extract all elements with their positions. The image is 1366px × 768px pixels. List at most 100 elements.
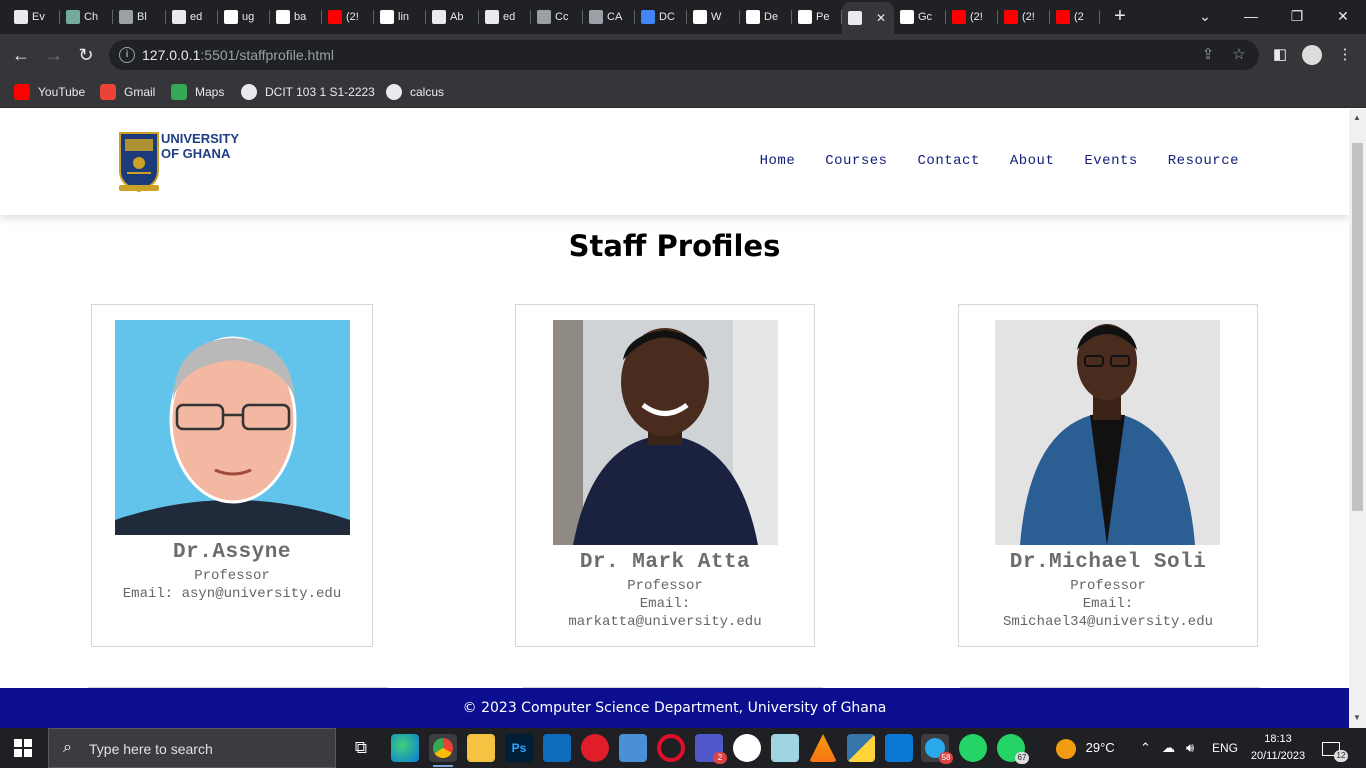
edge-icon[interactable]: [391, 734, 419, 762]
github-icon: [693, 10, 707, 24]
photoshop-icon[interactable]: Ps: [505, 734, 533, 762]
wordpad-icon[interactable]: [733, 734, 761, 762]
crest-icon: [119, 132, 159, 193]
clock-time: 18:13: [1264, 733, 1292, 745]
language-indicator[interactable]: ENG: [1212, 728, 1238, 768]
nav-contact[interactable]: Contact: [918, 153, 980, 169]
browser-tab[interactable]: ba: [270, 4, 322, 30]
close-window-button[interactable]: ✕: [1320, 0, 1366, 34]
staff-name: Dr.Assyne: [173, 541, 291, 564]
browser-tab[interactable]: De: [740, 4, 792, 30]
new-tab-button[interactable]: +: [1110, 6, 1130, 26]
browser-tab[interactable]: Ch: [60, 4, 113, 30]
notification-center-icon[interactable]: 12: [1322, 728, 1348, 768]
file-explorer-icon[interactable]: [467, 734, 495, 762]
store-icon[interactable]: [619, 734, 647, 762]
browser-tab[interactable]: (2!: [998, 4, 1050, 30]
logo-text: UNIVERSITY OF GHANA: [161, 131, 239, 161]
staff-card-mark-atta: Dr. Mark Atta Professor Email: markatta@…: [515, 304, 815, 647]
browser-tab[interactable]: lin: [374, 4, 426, 30]
task-view-icon[interactable]: ⧉: [347, 734, 375, 762]
app-red-icon[interactable]: [581, 734, 609, 762]
system-clock[interactable]: 18:13 20/11/2023: [1248, 731, 1308, 765]
onedrive-icon[interactable]: ☁: [1162, 728, 1175, 768]
browser-tab[interactable]: Gc: [894, 4, 946, 30]
page-icon: [848, 11, 862, 25]
bookmark-label: Maps: [195, 85, 225, 99]
browser-tab[interactable]: Pe: [792, 4, 842, 30]
tray-chevron-icon[interactable]: ⌃: [1140, 728, 1151, 768]
chrome-taskbar-icon[interactable]: [429, 734, 457, 767]
share-icon[interactable]: ⇪: [1199, 46, 1217, 64]
windows-start-icon[interactable]: [14, 739, 32, 757]
google-icon: [276, 10, 290, 24]
browser-tab[interactable]: (2!: [946, 4, 998, 30]
scroll-up-arrow[interactable]: ▲: [1353, 113, 1361, 122]
back-icon[interactable]: ←: [9, 43, 33, 67]
browser-tab[interactable]: ✕: [842, 2, 894, 34]
browser-tab[interactable]: W: [687, 4, 740, 30]
nav-home[interactable]: Home: [760, 153, 796, 169]
browser-tab[interactable]: DC: [635, 4, 687, 30]
browser-tab[interactable]: CA: [583, 4, 635, 30]
nav-courses[interactable]: Courses: [825, 153, 887, 169]
bookmark-label: YouTube: [38, 85, 86, 99]
browser-tab[interactable]: Cc: [531, 4, 583, 30]
side-panel-icon[interactable]: ◧: [1269, 44, 1291, 66]
address-bar[interactable]: i 127.0.0.1:5501/staffprofile.html ⇪ ☆: [109, 40, 1259, 70]
vscode-icon[interactable]: [885, 734, 913, 762]
bookmark-item[interactable]: DCIT 103 1 S1-2223: [241, 82, 375, 102]
forward-icon[interactable]: →: [42, 43, 66, 67]
menu-kebab-icon[interactable]: ⋮: [1334, 44, 1356, 66]
whatsapp-icon[interactable]: [959, 734, 987, 762]
browser-tab[interactable]: Ev: [8, 4, 60, 30]
scroll-down-arrow[interactable]: ▼: [1353, 713, 1361, 722]
teams-icon[interactable]: 2: [695, 734, 727, 764]
vlc-icon[interactable]: [809, 734, 837, 762]
close-tab-icon[interactable]: ✕: [876, 11, 886, 25]
opera-icon[interactable]: [657, 734, 685, 762]
restore-button[interactable]: ❐: [1274, 0, 1320, 34]
bookmark-item[interactable]: calcus: [386, 82, 444, 102]
app-cyan-icon[interactable]: [771, 734, 799, 762]
taskbar-search-box[interactable]: ⌕ Type here to search: [48, 728, 336, 768]
reload-icon[interactable]: ↻: [74, 43, 98, 67]
university-logo[interactable]: UNIVERSITY OF GHANA: [117, 129, 239, 199]
logo-line-2: OF GHANA: [161, 146, 231, 161]
page-scrollbar[interactable]: ▲ ▼: [1349, 109, 1366, 728]
tab-title: (2!: [970, 11, 983, 23]
site-info-icon[interactable]: i: [119, 47, 135, 63]
profile-avatar[interactable]: [1302, 45, 1322, 65]
nav-resource[interactable]: Resource: [1168, 153, 1239, 169]
globe-icon: [386, 84, 402, 100]
volume-icon[interactable]: 🔊︎: [1186, 728, 1194, 768]
tab-title: W: [711, 11, 722, 23]
browser-tab[interactable]: ug: [218, 4, 270, 30]
telegram-icon[interactable]: 58: [921, 734, 953, 764]
minimize-button[interactable]: —: [1228, 0, 1274, 34]
mail-icon[interactable]: [543, 734, 571, 762]
python-icon[interactable]: [847, 734, 875, 762]
bookmark-item[interactable]: Maps: [171, 82, 224, 102]
url-text[interactable]: 127.0.0.1:5501/staffprofile.html: [142, 47, 334, 63]
bookmark-item[interactable]: YouTube: [14, 82, 85, 102]
staff-role: Professor: [1070, 578, 1146, 594]
nav-about[interactable]: About: [1010, 153, 1055, 169]
telegram-badge: 58: [939, 752, 953, 764]
browser-tab[interactable]: ed: [479, 4, 531, 30]
site-nav: Home Courses Contact About Events Resour…: [760, 153, 1239, 169]
bookmark-item[interactable]: Gmail: [100, 82, 155, 102]
browser-tab[interactable]: ed: [166, 4, 218, 30]
browser-tab[interactable]: Bl: [113, 4, 166, 30]
tab-search-icon[interactable]: ⌄: [1182, 0, 1228, 34]
browser-tab[interactable]: (2!: [322, 4, 374, 30]
browser-tab[interactable]: Ab: [426, 4, 479, 30]
nav-events[interactable]: Events: [1084, 153, 1137, 169]
browser-tab[interactable]: (2: [1050, 4, 1100, 30]
bookmark-star-icon[interactable]: ☆: [1230, 46, 1248, 64]
weather-widget[interactable]: 29°C: [1056, 728, 1115, 768]
scrollbar-thumb[interactable]: [1352, 143, 1363, 511]
tab-title: ba: [294, 11, 307, 23]
whatsapp-business-icon[interactable]: 67: [997, 734, 1029, 764]
tab-title: lin: [398, 11, 410, 23]
